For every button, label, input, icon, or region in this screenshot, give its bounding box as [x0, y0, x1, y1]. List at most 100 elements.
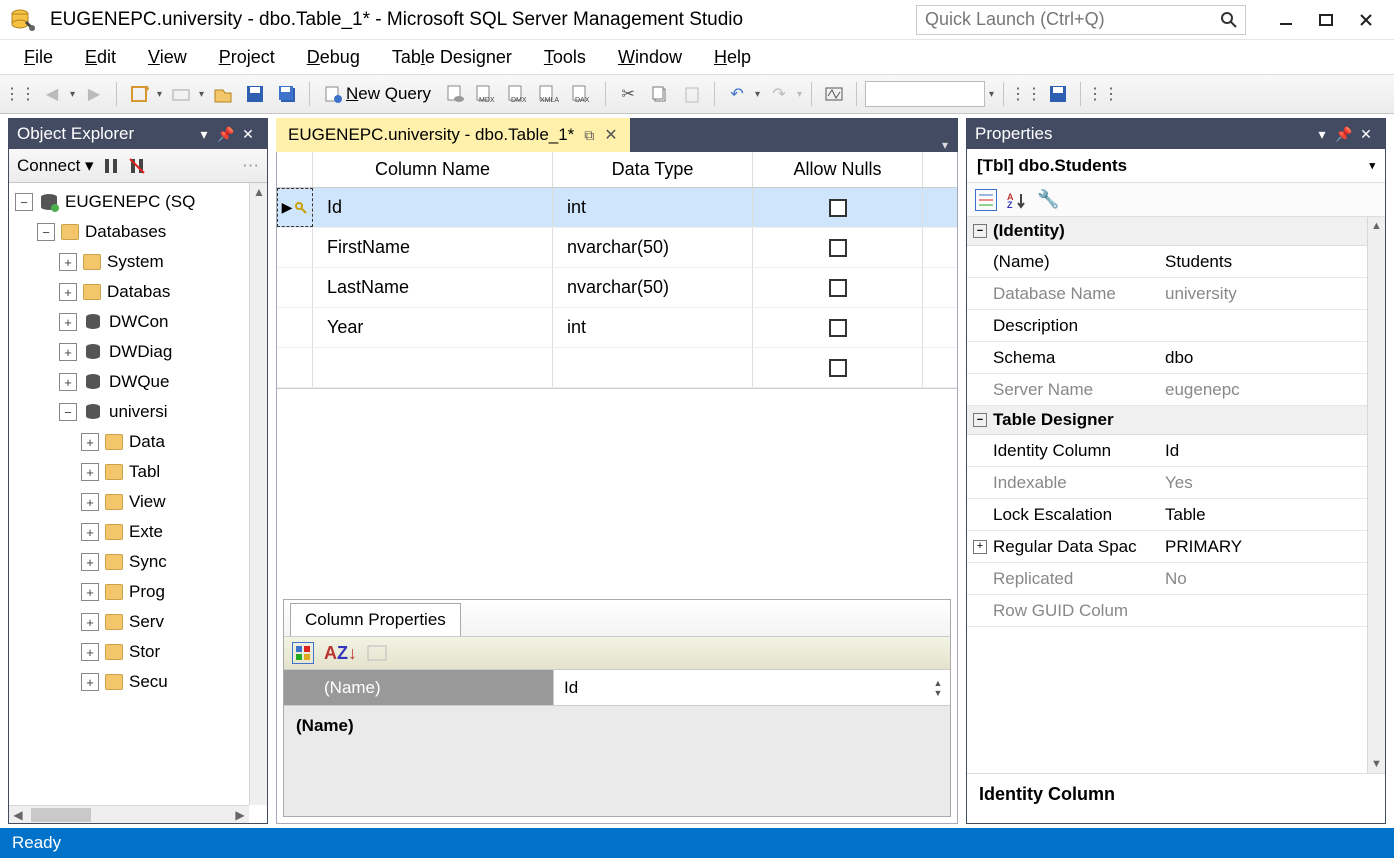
allow-nulls-checkbox[interactable] [829, 199, 847, 217]
property-value[interactable]: Yes [1157, 467, 1385, 498]
cut-button[interactable]: ✂ [614, 80, 642, 108]
menu-window[interactable]: Window [604, 43, 696, 72]
expand-icon[interactable]: + [59, 253, 77, 271]
column-name-cell[interactable]: Id [313, 188, 553, 227]
expand-icon[interactable]: + [81, 463, 99, 481]
tree-node[interactable]: +Prog [15, 577, 267, 607]
expand-icon[interactable]: + [81, 613, 99, 631]
dropdown-icon[interactable]: ▾ [70, 89, 76, 100]
property-row[interactable]: Identity ColumnId [967, 435, 1385, 467]
nav-back-button[interactable]: ◀ [38, 80, 66, 108]
property-value[interactable]: dbo [1157, 342, 1385, 373]
property-row[interactable]: Server Nameeugenepc [967, 374, 1385, 406]
dmx-query-icon[interactable]: DMX [505, 80, 533, 108]
maximize-button[interactable] [1306, 5, 1346, 35]
disconnect-icon[interactable] [128, 157, 146, 175]
dropdown-icon[interactable]: ▾ [797, 89, 803, 100]
tree-node[interactable]: +Data [15, 427, 267, 457]
column-row[interactable]: FirstNamenvarchar(50) [277, 228, 957, 268]
tree-node[interactable]: +Tabl [15, 457, 267, 487]
tree-node[interactable]: +View [15, 487, 267, 517]
vertical-scrollbar[interactable]: ▲ ▼ [1367, 217, 1385, 773]
alphabetical-icon[interactable]: AZ [1007, 191, 1027, 209]
copy-button[interactable] [646, 80, 674, 108]
horizontal-scrollbar[interactable]: ◀ ▶ [9, 805, 249, 823]
alphabetical-icon[interactable]: AZ↓ [324, 643, 357, 664]
undo-button[interactable]: ↶ [723, 80, 751, 108]
categorized-icon[interactable] [975, 189, 997, 211]
column-name-cell[interactable]: LastName [313, 268, 553, 307]
property-value[interactable]: No [1157, 563, 1385, 594]
database-query-icon[interactable] [441, 80, 469, 108]
column-row[interactable]: LastNamenvarchar(50) [277, 268, 957, 308]
collapse-icon[interactable]: − [15, 193, 33, 211]
property-pages-icon[interactable] [367, 645, 387, 661]
expand-icon[interactable]: + [973, 540, 987, 554]
script-save-button[interactable] [1044, 80, 1072, 108]
xmla-query-icon[interactable]: XMLA [537, 80, 565, 108]
property-value[interactable] [1157, 595, 1385, 626]
header-data-type[interactable]: Data Type [553, 152, 753, 187]
allow-nulls-checkbox[interactable] [829, 359, 847, 377]
header-allow-nulls[interactable]: Allow Nulls [753, 152, 923, 187]
server-node[interactable]: EUGENEPC (SQ [65, 187, 195, 217]
property-row[interactable]: Database Nameuniversity [967, 278, 1385, 310]
categorized-icon[interactable] [292, 642, 314, 664]
collapse-icon[interactable]: − [973, 224, 987, 238]
paste-button[interactable] [678, 80, 706, 108]
open-file-button[interactable] [209, 80, 237, 108]
overflow-icon[interactable]: ⋯ [242, 156, 259, 176]
property-row[interactable]: Schemadbo [967, 342, 1385, 374]
expand-icon[interactable]: + [59, 313, 77, 331]
connect-icon[interactable] [102, 157, 120, 175]
allow-nulls-checkbox[interactable] [829, 239, 847, 257]
menu-file[interactable]: File [10, 43, 67, 72]
menu-help[interactable]: Help [700, 43, 765, 72]
property-value[interactable]: Id [1157, 435, 1385, 466]
row-selector[interactable]: ▶ [277, 188, 313, 227]
tab-overflow-icon[interactable]: ▾ [942, 138, 958, 152]
data-type-cell[interactable]: nvarchar(50) [553, 228, 753, 267]
property-value[interactable]: university [1157, 278, 1385, 309]
tree-node[interactable]: +DWQue [15, 367, 267, 397]
collapse-icon[interactable]: − [973, 413, 987, 427]
redo-button[interactable]: ↷ [765, 80, 793, 108]
quick-launch-input[interactable]: Quick Launch (Ctrl+Q) [916, 5, 1246, 35]
expand-icon[interactable]: + [59, 373, 77, 391]
header-column-name[interactable]: Column Name [313, 152, 553, 187]
menu-view[interactable]: View [134, 43, 201, 72]
property-row[interactable]: (Name)Students [967, 246, 1385, 278]
vertical-scrollbar[interactable]: ▲ [249, 183, 267, 805]
collapse-icon[interactable]: − [37, 223, 55, 241]
minimize-button[interactable] [1266, 5, 1306, 35]
tree-node[interactable]: +DWDiag [15, 337, 267, 367]
menu-edit[interactable]: Edit [71, 43, 130, 72]
expand-icon[interactable]: + [59, 283, 77, 301]
property-value[interactable] [1157, 310, 1385, 341]
pin-icon[interactable]: 📌 [215, 126, 237, 143]
column-name-cell[interactable]: Year [313, 308, 553, 347]
property-row[interactable]: Row GUID Colum [967, 595, 1385, 627]
properties-grid[interactable]: −(Identity)(Name)StudentsDatabase Nameun… [967, 217, 1385, 773]
row-selector[interactable] [277, 308, 313, 347]
dropdown-icon[interactable]: ▾ [157, 89, 163, 100]
active-document-tab[interactable]: EUGENEPC.university - dbo.Table_1* ⧉ ✕ [276, 118, 630, 152]
open-button[interactable] [167, 80, 195, 108]
expand-icon[interactable]: + [81, 523, 99, 541]
properties-object-selector[interactable]: [Tbl] dbo.Students▾ [967, 149, 1385, 183]
allow-nulls-checkbox[interactable] [829, 319, 847, 337]
property-value[interactable]: Students [1157, 246, 1385, 277]
data-type-cell[interactable]: int [553, 188, 753, 227]
row-selector[interactable] [277, 228, 313, 267]
menu-tools[interactable]: Tools [530, 43, 600, 72]
pin-tab-icon[interactable]: ⧉ [584, 127, 594, 144]
tree-node[interactable]: +Secu [15, 667, 267, 697]
property-value[interactable]: eugenepc [1157, 374, 1385, 405]
dax-query-icon[interactable]: DAX [569, 80, 597, 108]
column-row[interactable]: Yearint [277, 308, 957, 348]
close-icon[interactable]: ✕ [1355, 126, 1377, 143]
mdx-query-icon[interactable]: MDX [473, 80, 501, 108]
column-name-cell[interactable]: FirstName [313, 228, 553, 267]
expand-icon[interactable]: + [81, 493, 99, 511]
property-category[interactable]: −(Identity) [967, 217, 1385, 246]
